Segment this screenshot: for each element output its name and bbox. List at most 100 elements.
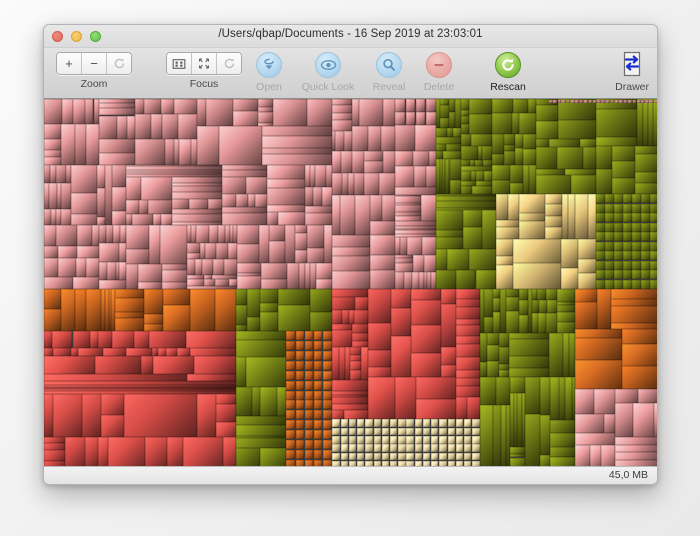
treemap-tile[interactable]	[148, 200, 173, 215]
treemap-tile[interactable]	[245, 357, 286, 387]
treemap-tile[interactable]	[653, 403, 657, 437]
treemap-tile[interactable]	[304, 429, 314, 440]
treemap-tile[interactable]	[414, 436, 423, 444]
treemap-tile[interactable]	[504, 150, 516, 166]
treemap-tile[interactable]	[111, 187, 126, 211]
treemap-tile[interactable]	[304, 400, 314, 410]
treemap-tile[interactable]	[492, 133, 505, 155]
treemap-tile[interactable]	[332, 289, 368, 298]
treemap-tile[interactable]	[614, 279, 623, 289]
treemap-tile[interactable]	[187, 279, 205, 286]
treemap-tile[interactable]	[161, 114, 179, 140]
treemap-tile[interactable]	[439, 419, 447, 427]
treemap-tile[interactable]	[529, 165, 536, 194]
treemap-tile[interactable]	[531, 300, 540, 313]
treemap-tile[interactable]	[332, 234, 370, 248]
treemap-tile[interactable]	[382, 151, 395, 173]
treemap-tile[interactable]	[222, 436, 236, 469]
treemap-tile[interactable]	[448, 99, 456, 113]
treemap-tile[interactable]	[332, 444, 340, 452]
treemap-tile[interactable]	[332, 195, 340, 235]
treemap-tile[interactable]	[332, 247, 370, 257]
treemap-tile[interactable]	[484, 317, 493, 334]
treemap-tile[interactable]	[439, 452, 447, 461]
treemap-tile[interactable]	[531, 312, 539, 334]
treemap-tile[interactable]	[55, 165, 67, 183]
treemap-tile[interactable]	[286, 390, 295, 400]
treemap-tile[interactable]	[126, 225, 150, 249]
treemap-tile[interactable]	[575, 360, 622, 389]
focus-out-button[interactable]	[192, 53, 217, 74]
treemap-tile[interactable]	[323, 390, 332, 400]
zoom-out-button[interactable]: −	[82, 53, 107, 74]
treemap-tile[interactable]	[44, 348, 54, 356]
treemap-tile[interactable]	[252, 386, 261, 417]
treemap-tile[interactable]	[456, 343, 480, 357]
treemap-tile[interactable]	[44, 245, 59, 258]
treemap-tile[interactable]	[286, 370, 295, 380]
treemap-tile[interactable]	[410, 300, 441, 326]
treemap-tile[interactable]	[505, 296, 519, 312]
treemap-tile[interactable]	[460, 186, 473, 194]
treemap-tile[interactable]	[536, 174, 571, 194]
treemap-tile[interactable]	[295, 439, 304, 449]
treemap-tile[interactable]	[189, 348, 236, 356]
treemap-tile[interactable]	[650, 203, 657, 213]
treemap-tile[interactable]	[472, 452, 480, 461]
treemap-tile[interactable]	[44, 450, 65, 461]
treemap-tile[interactable]	[634, 183, 657, 194]
treemap-tile[interactable]	[172, 198, 189, 209]
treemap-tile[interactable]	[197, 126, 219, 165]
treemap-tile[interactable]	[194, 259, 203, 275]
treemap-tile[interactable]	[286, 420, 295, 430]
treemap-tile[interactable]	[509, 183, 524, 194]
treemap-tile[interactable]	[641, 222, 650, 232]
treemap-tile[interactable]	[44, 257, 58, 278]
treemap-tile[interactable]	[623, 232, 632, 242]
treemap-tile[interactable]	[623, 241, 632, 251]
treemap-tile[interactable]	[632, 194, 641, 204]
treemap-tile[interactable]	[380, 125, 395, 151]
treemap-tile[interactable]	[137, 281, 163, 289]
treemap-tile[interactable]	[632, 270, 641, 280]
treemap-tile[interactable]	[518, 299, 528, 315]
treemap-tile[interactable]	[332, 256, 370, 271]
treemap-tile[interactable]	[518, 221, 546, 239]
treemap-tile[interactable]	[518, 194, 546, 213]
zoom-reset-button[interactable]	[107, 53, 131, 74]
treemap-tile[interactable]	[508, 367, 550, 378]
treemap-tile[interactable]	[197, 393, 216, 437]
treemap-tile[interactable]	[492, 113, 513, 134]
treemap-tile[interactable]	[332, 270, 370, 289]
treemap-tile[interactable]	[484, 289, 493, 318]
treemap-tile[interactable]	[605, 203, 614, 213]
treemap-tile[interactable]	[353, 309, 368, 325]
treemap-tile[interactable]	[286, 331, 295, 341]
treemap-tile[interactable]	[295, 420, 304, 430]
treemap-tile[interactable]	[505, 311, 519, 334]
treemap-tile[interactable]	[72, 331, 91, 349]
treemap-tile[interactable]	[487, 333, 499, 345]
treemap-tile[interactable]	[261, 153, 332, 165]
treemap-tile[interactable]	[456, 335, 480, 344]
treemap-tile[interactable]	[550, 446, 575, 457]
treemap-tile[interactable]	[463, 444, 472, 452]
treemap-tile[interactable]	[456, 378, 480, 386]
treemap-tile[interactable]	[596, 232, 605, 242]
treemap-tile[interactable]	[144, 289, 163, 314]
treemap-tile[interactable]	[566, 99, 571, 103]
treemap-tile[interactable]	[584, 99, 588, 103]
treemap-tile[interactable]	[455, 444, 464, 452]
treemap-tile[interactable]	[350, 370, 362, 381]
treemap-tile[interactable]	[332, 427, 340, 436]
treemap-tile[interactable]	[505, 289, 519, 297]
treemap-tile[interactable]	[528, 99, 536, 114]
treemap-tile[interactable]	[440, 104, 449, 118]
treemap-tile[interactable]	[307, 247, 325, 263]
treemap-tile[interactable]	[341, 151, 352, 173]
treemap-tile[interactable]	[314, 400, 323, 410]
treemap-tile[interactable]	[323, 331, 332, 341]
treemap-tile[interactable]	[350, 360, 362, 371]
treemap-tile[interactable]	[597, 99, 602, 103]
treemap-tile[interactable]	[509, 165, 524, 184]
